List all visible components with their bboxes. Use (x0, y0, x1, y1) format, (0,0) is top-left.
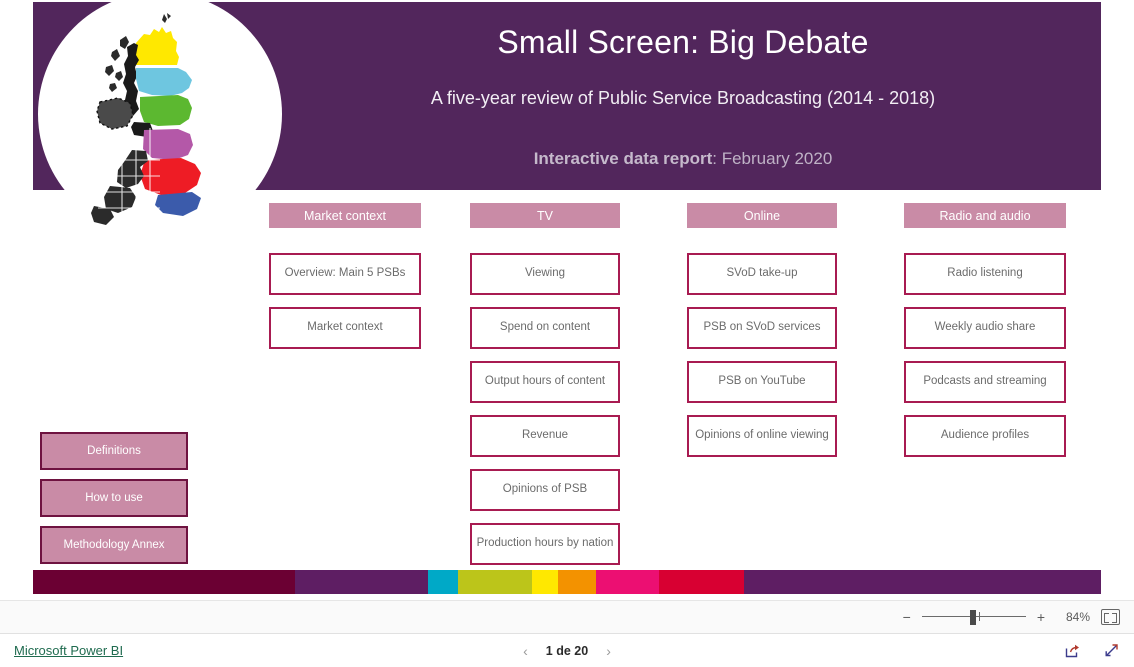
nav-button-psb-on-youtube[interactable]: PSB on YouTube (687, 361, 837, 403)
report-meta-date: : February 2020 (712, 149, 833, 168)
nav-button-audience-profiles[interactable]: Audience profiles (904, 415, 1066, 457)
nav-button-spend-on-content[interactable]: Spend on content (470, 307, 620, 349)
zoom-in-button[interactable]: + (1037, 610, 1045, 624)
zoom-slider-thumb[interactable] (969, 610, 976, 625)
category-header-tv[interactable]: TV (470, 203, 620, 228)
nav-column-tv: TV Viewing Spend on content Output hours… (470, 203, 620, 577)
report-meta: Interactive data report: February 2020 (283, 149, 1083, 169)
page-title: Small Screen: Big Debate (497, 24, 869, 60)
zoom-slider[interactable] (921, 610, 1026, 625)
stripe-segment-1 (295, 570, 428, 594)
powerbi-report-viewer: Small Screen: Big Debate A five-year rev… (0, 0, 1134, 667)
next-page-icon[interactable]: › (606, 643, 611, 659)
nav-column-radio-and-audio: Radio and audio Radio listening Weekly a… (904, 203, 1066, 469)
fullscreen-icon[interactable] (1103, 642, 1120, 659)
nav-button-psb-on-svod-services[interactable]: PSB on SVoD services (687, 307, 837, 349)
stripe-segment-6 (596, 570, 659, 594)
nav-column-online: Online SVoD take-up PSB on SVoD services… (687, 203, 837, 469)
nav-button-market-context[interactable]: Market context (269, 307, 421, 349)
nav-button-svod-take-up[interactable]: SVoD take-up (687, 253, 837, 295)
share-icon[interactable] (1064, 642, 1081, 659)
nav-button-viewing[interactable]: Viewing (470, 253, 620, 295)
stripe-segment-4 (532, 570, 558, 594)
stripe-segment-0 (33, 570, 295, 594)
previous-page-icon[interactable]: ‹ (523, 643, 528, 659)
stripe-segment-3 (458, 570, 532, 594)
zoom-slider-tick (978, 612, 980, 621)
utility-button-stack: Definitions How to use Methodology Annex (40, 432, 188, 573)
nav-button-production-hours-by-nation[interactable]: Production hours by nation (470, 523, 620, 565)
brand-colour-stripe (33, 570, 1101, 594)
report-canvas: Small Screen: Big Debate A five-year rev… (0, 0, 1134, 600)
report-footer: Microsoft Power BI ‹ 1 de 20 › (0, 634, 1134, 667)
stripe-segment-8 (744, 570, 1101, 594)
nav-button-output-hours-of-content[interactable]: Output hours of content (470, 361, 620, 403)
side-button-methodology-annex[interactable]: Methodology Annex (40, 526, 188, 564)
nav-button-opinions-of-psb[interactable]: Opinions of PSB (470, 469, 620, 511)
page-navigator: ‹ 1 de 20 › (0, 643, 1134, 659)
footer-icon-group (1064, 642, 1120, 659)
zoom-percent-label: 84% (1065, 610, 1090, 624)
nav-button-podcasts-and-streaming[interactable]: Podcasts and streaming (904, 361, 1066, 403)
category-header-radio-and-audio[interactable]: Radio and audio (904, 203, 1066, 228)
category-header-market-context[interactable]: Market context (269, 203, 421, 228)
side-button-definitions[interactable]: Definitions (40, 432, 188, 470)
microsoft-power-bi-link[interactable]: Microsoft Power BI (14, 643, 123, 658)
report-banner: Small Screen: Big Debate A five-year rev… (33, 2, 1101, 190)
nav-button-revenue[interactable]: Revenue (470, 415, 620, 457)
zoom-out-button[interactable]: − (903, 610, 911, 624)
zoom-toolbar: − + 84% (0, 600, 1134, 634)
stripe-segment-2 (428, 570, 458, 594)
nav-column-market-context: Market context Overview: Main 5 PSBs Mar… (269, 203, 421, 361)
nav-button-radio-listening[interactable]: Radio listening (904, 253, 1066, 295)
nav-button-overview-main-5-psbs[interactable]: Overview: Main 5 PSBs (269, 253, 421, 295)
side-button-how-to-use[interactable]: How to use (40, 479, 188, 517)
stripe-segment-7 (659, 570, 744, 594)
stripe-segment-5 (558, 570, 596, 594)
page-subtitle: A five-year review of Public Service Bro… (430, 88, 936, 108)
page-indicator-label: 1 de 20 (545, 643, 589, 658)
nav-button-weekly-audio-share[interactable]: Weekly audio share (904, 307, 1066, 349)
category-header-online[interactable]: Online (687, 203, 837, 228)
nav-button-opinions-of-online-viewing[interactable]: Opinions of online viewing (687, 415, 837, 457)
report-meta-bold: Interactive data report (533, 149, 713, 168)
fit-to-page-icon[interactable] (1101, 609, 1120, 625)
